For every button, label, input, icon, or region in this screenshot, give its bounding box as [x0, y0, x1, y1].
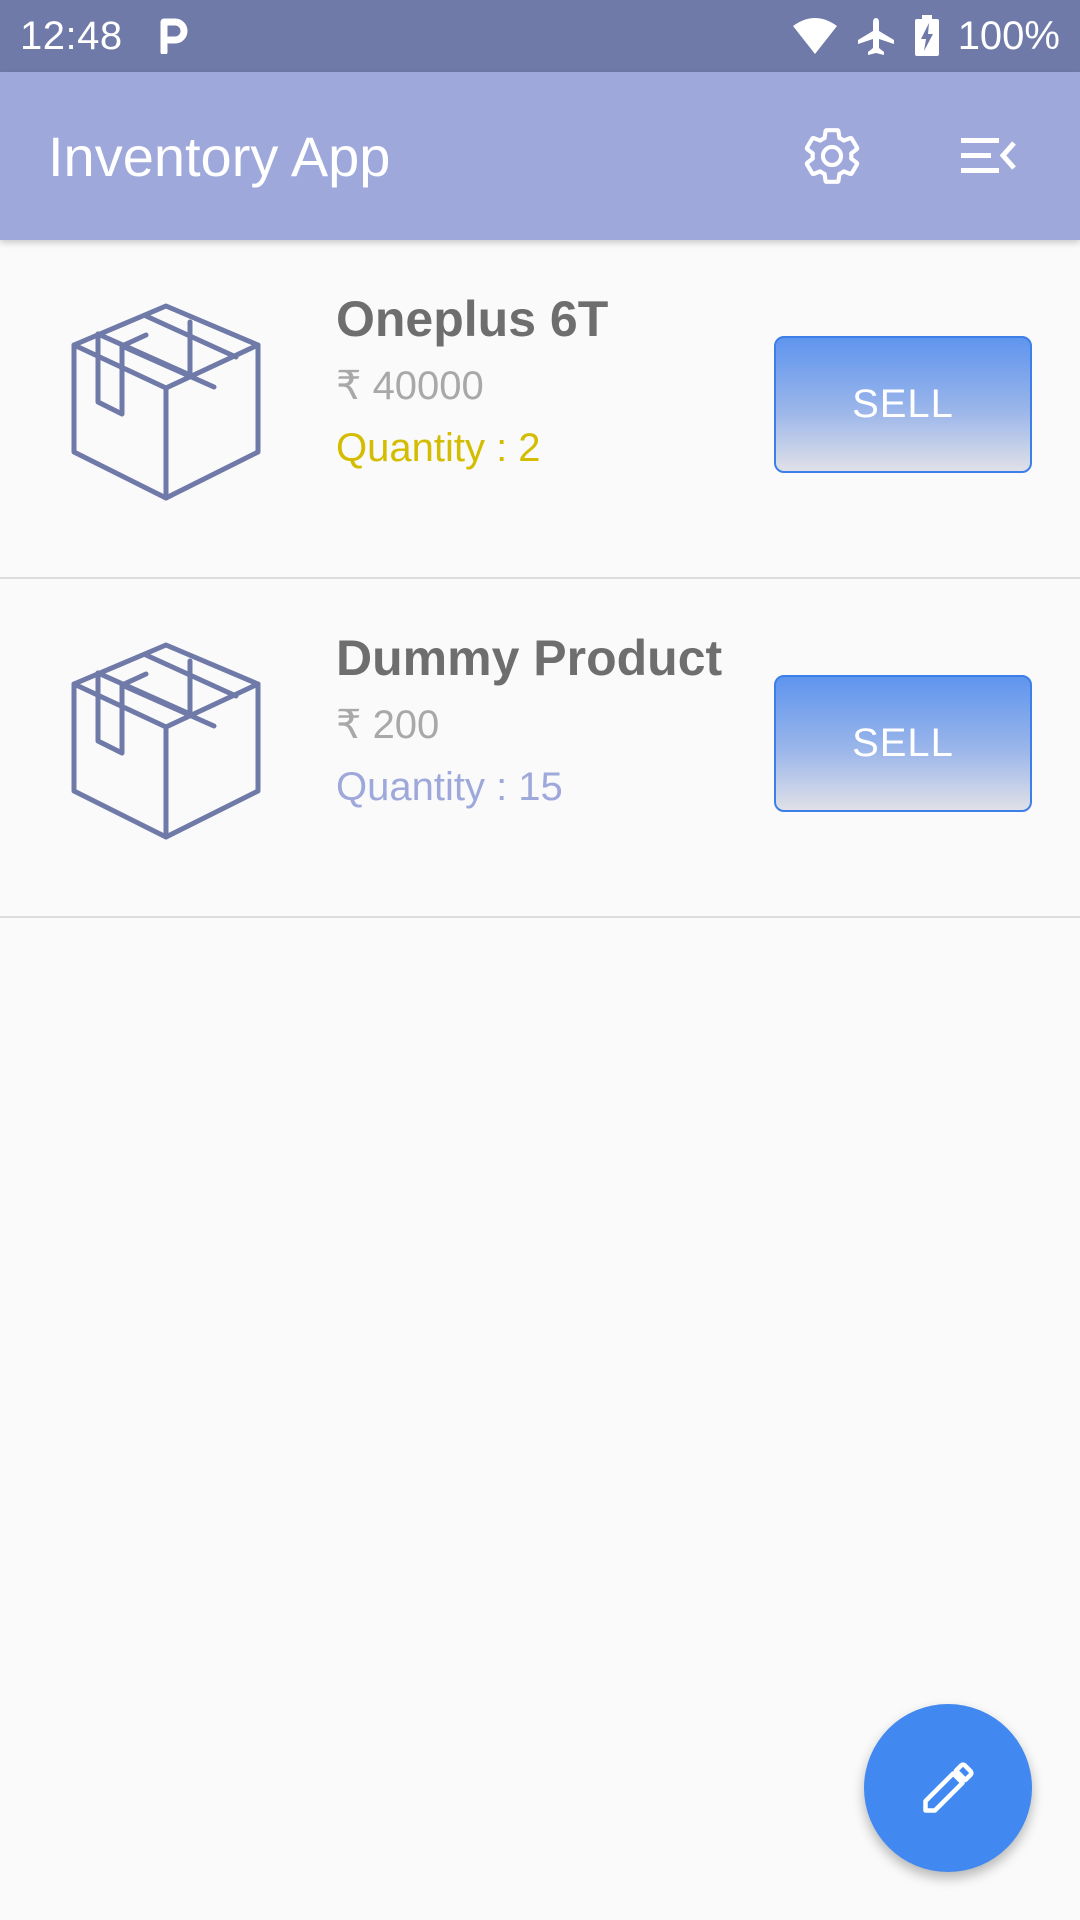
airplane-icon — [856, 16, 896, 56]
sell-button[interactable]: SELL — [774, 675, 1032, 812]
status-time: 12:48 — [20, 13, 123, 58]
app-bar-actions — [784, 108, 1080, 204]
product-list: Oneplus 6T ₹ 40000 Quantity : 2 SELL Dum… — [0, 240, 1080, 918]
box-icon — [71, 303, 261, 501]
status-icons: 100% — [792, 14, 1060, 59]
wifi-icon — [792, 16, 838, 56]
edit-fab-button[interactable] — [864, 1704, 1032, 1872]
app-bar: Inventory App — [0, 72, 1080, 240]
page-title: Inventory App — [48, 124, 391, 188]
menu-collapse-icon — [961, 138, 1016, 173]
product-quantity: Quantity : 15 — [336, 765, 563, 809]
edit-pencil-icon — [923, 1762, 974, 1813]
menu-button[interactable] — [940, 108, 1036, 204]
product-name: Dummy Product — [336, 630, 723, 686]
settings-button[interactable] — [784, 108, 880, 204]
product-info: Dummy Product ₹ 200 Quantity : 15 — [336, 633, 722, 807]
list-item[interactable]: Oneplus 6T ₹ 40000 Quantity : 2 SELL — [0, 240, 1080, 579]
product-info: Oneplus 6T ₹ 40000 Quantity : 2 — [336, 294, 608, 468]
gear-icon — [804, 128, 860, 184]
product-quantity: Quantity : 2 — [336, 426, 541, 470]
product-price: ₹ 200 — [336, 703, 440, 747]
status-bar: 12:48 100% — [0, 0, 1080, 72]
list-item[interactable]: Dummy Product ₹ 200 Quantity : 15 SELL — [0, 579, 1080, 918]
product-price: ₹ 40000 — [336, 364, 484, 408]
sell-button[interactable]: SELL — [774, 336, 1032, 473]
battery-percent: 100% — [957, 13, 1060, 58]
parking-icon — [159, 18, 189, 54]
box-icon — [71, 642, 261, 840]
battery-charging-icon — [914, 15, 940, 57]
product-name: Oneplus 6T — [336, 291, 609, 347]
